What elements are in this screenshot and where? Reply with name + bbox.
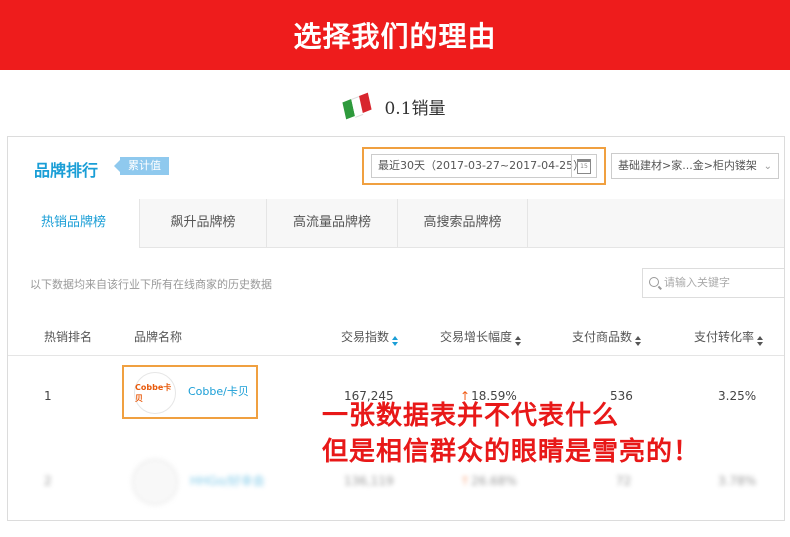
tab-hot-sales[interactable]: 热销品牌榜 bbox=[8, 199, 140, 248]
table-header: 热销排名 品牌名称 交易指数 交易增长幅度 支付商品数 支付转化率 bbox=[8, 319, 784, 356]
row-conversion: 3.25% bbox=[718, 389, 757, 403]
search-icon bbox=[649, 277, 659, 287]
overlay-line-2: 但是相信群众的眼睛是雪亮的！ bbox=[322, 437, 701, 467]
row-rank: 1 bbox=[44, 389, 52, 403]
section-subtitle: 0.1销量 bbox=[0, 88, 790, 124]
keyword-search-input[interactable]: 请输入关键字 bbox=[642, 268, 784, 298]
brand-name-link[interactable]: HHGo/好幸会 bbox=[190, 442, 265, 520]
subtitle-text: 0.1销量 bbox=[384, 98, 446, 119]
col-paid-items[interactable]: 支付商品数 bbox=[572, 319, 643, 355]
col-trade-index[interactable]: 交易指数 bbox=[341, 319, 400, 355]
search-placeholder: 请输入关键字 bbox=[664, 276, 730, 289]
row-conversion: 3.78% bbox=[718, 474, 757, 488]
calendar-day: 15 bbox=[577, 158, 591, 174]
col-rank: 热销排名 bbox=[44, 330, 93, 344]
brand-name-link[interactable]: Cobbe/卡贝 bbox=[188, 367, 249, 417]
date-range-text: 最近30天（2017-03-27~2017-04-25） bbox=[378, 159, 585, 172]
calendar-icon[interactable]: 15 bbox=[571, 155, 596, 177]
data-source-note: 以下数据均来自该行业下所有在线商家的历史数据 bbox=[30, 278, 272, 291]
tab-rising[interactable]: 飙升品牌榜 bbox=[140, 199, 267, 247]
chevron-down-icon: ⌄ bbox=[763, 161, 772, 172]
cumulative-badge: 累计值 bbox=[114, 157, 169, 175]
tab-bar-fill bbox=[528, 199, 784, 247]
category-text: 基础建材>家...金>柜内镂架 bbox=[618, 159, 757, 172]
overlay-line-1: 一张数据表并不代表什么 bbox=[322, 401, 620, 431]
row-rank: 2 bbox=[44, 474, 52, 488]
brand-logo bbox=[132, 459, 178, 505]
col-conversion[interactable]: 支付转化率 bbox=[694, 319, 765, 355]
tab-high-traffic[interactable]: 高流量品牌榜 bbox=[267, 199, 398, 247]
overlay-caption: 一张数据表并不代表什么 但是相信群众的眼睛是雪亮的！ bbox=[322, 398, 700, 470]
tab-high-search[interactable]: 高搜索品牌榜 bbox=[398, 199, 528, 247]
col-trade-growth[interactable]: 交易增长幅度 bbox=[440, 319, 523, 355]
italy-flag-icon bbox=[342, 92, 373, 120]
top-banner: 选择我们的理由 bbox=[0, 0, 790, 70]
ranking-tabs: 热销品牌榜 飙升品牌榜 高流量品牌榜 高搜索品牌榜 bbox=[8, 199, 784, 248]
cobbe-logo: Cobbe卡贝 bbox=[134, 372, 176, 414]
brand-highlight[interactable]: Cobbe卡贝 Cobbe/卡贝 bbox=[122, 365, 258, 419]
category-select[interactable]: 基础建材>家...金>柜内镂架 ⌄ bbox=[611, 153, 779, 179]
banner-title: 选择我们的理由 bbox=[293, 20, 497, 53]
col-brand: 品牌名称 bbox=[134, 330, 183, 344]
date-range-highlight: 最近30天（2017-03-27~2017-04-25） 15 bbox=[362, 147, 606, 185]
date-range-picker[interactable]: 最近30天（2017-03-27~2017-04-25） 15 bbox=[371, 154, 597, 178]
panel-title: 品牌排行 bbox=[34, 161, 99, 180]
